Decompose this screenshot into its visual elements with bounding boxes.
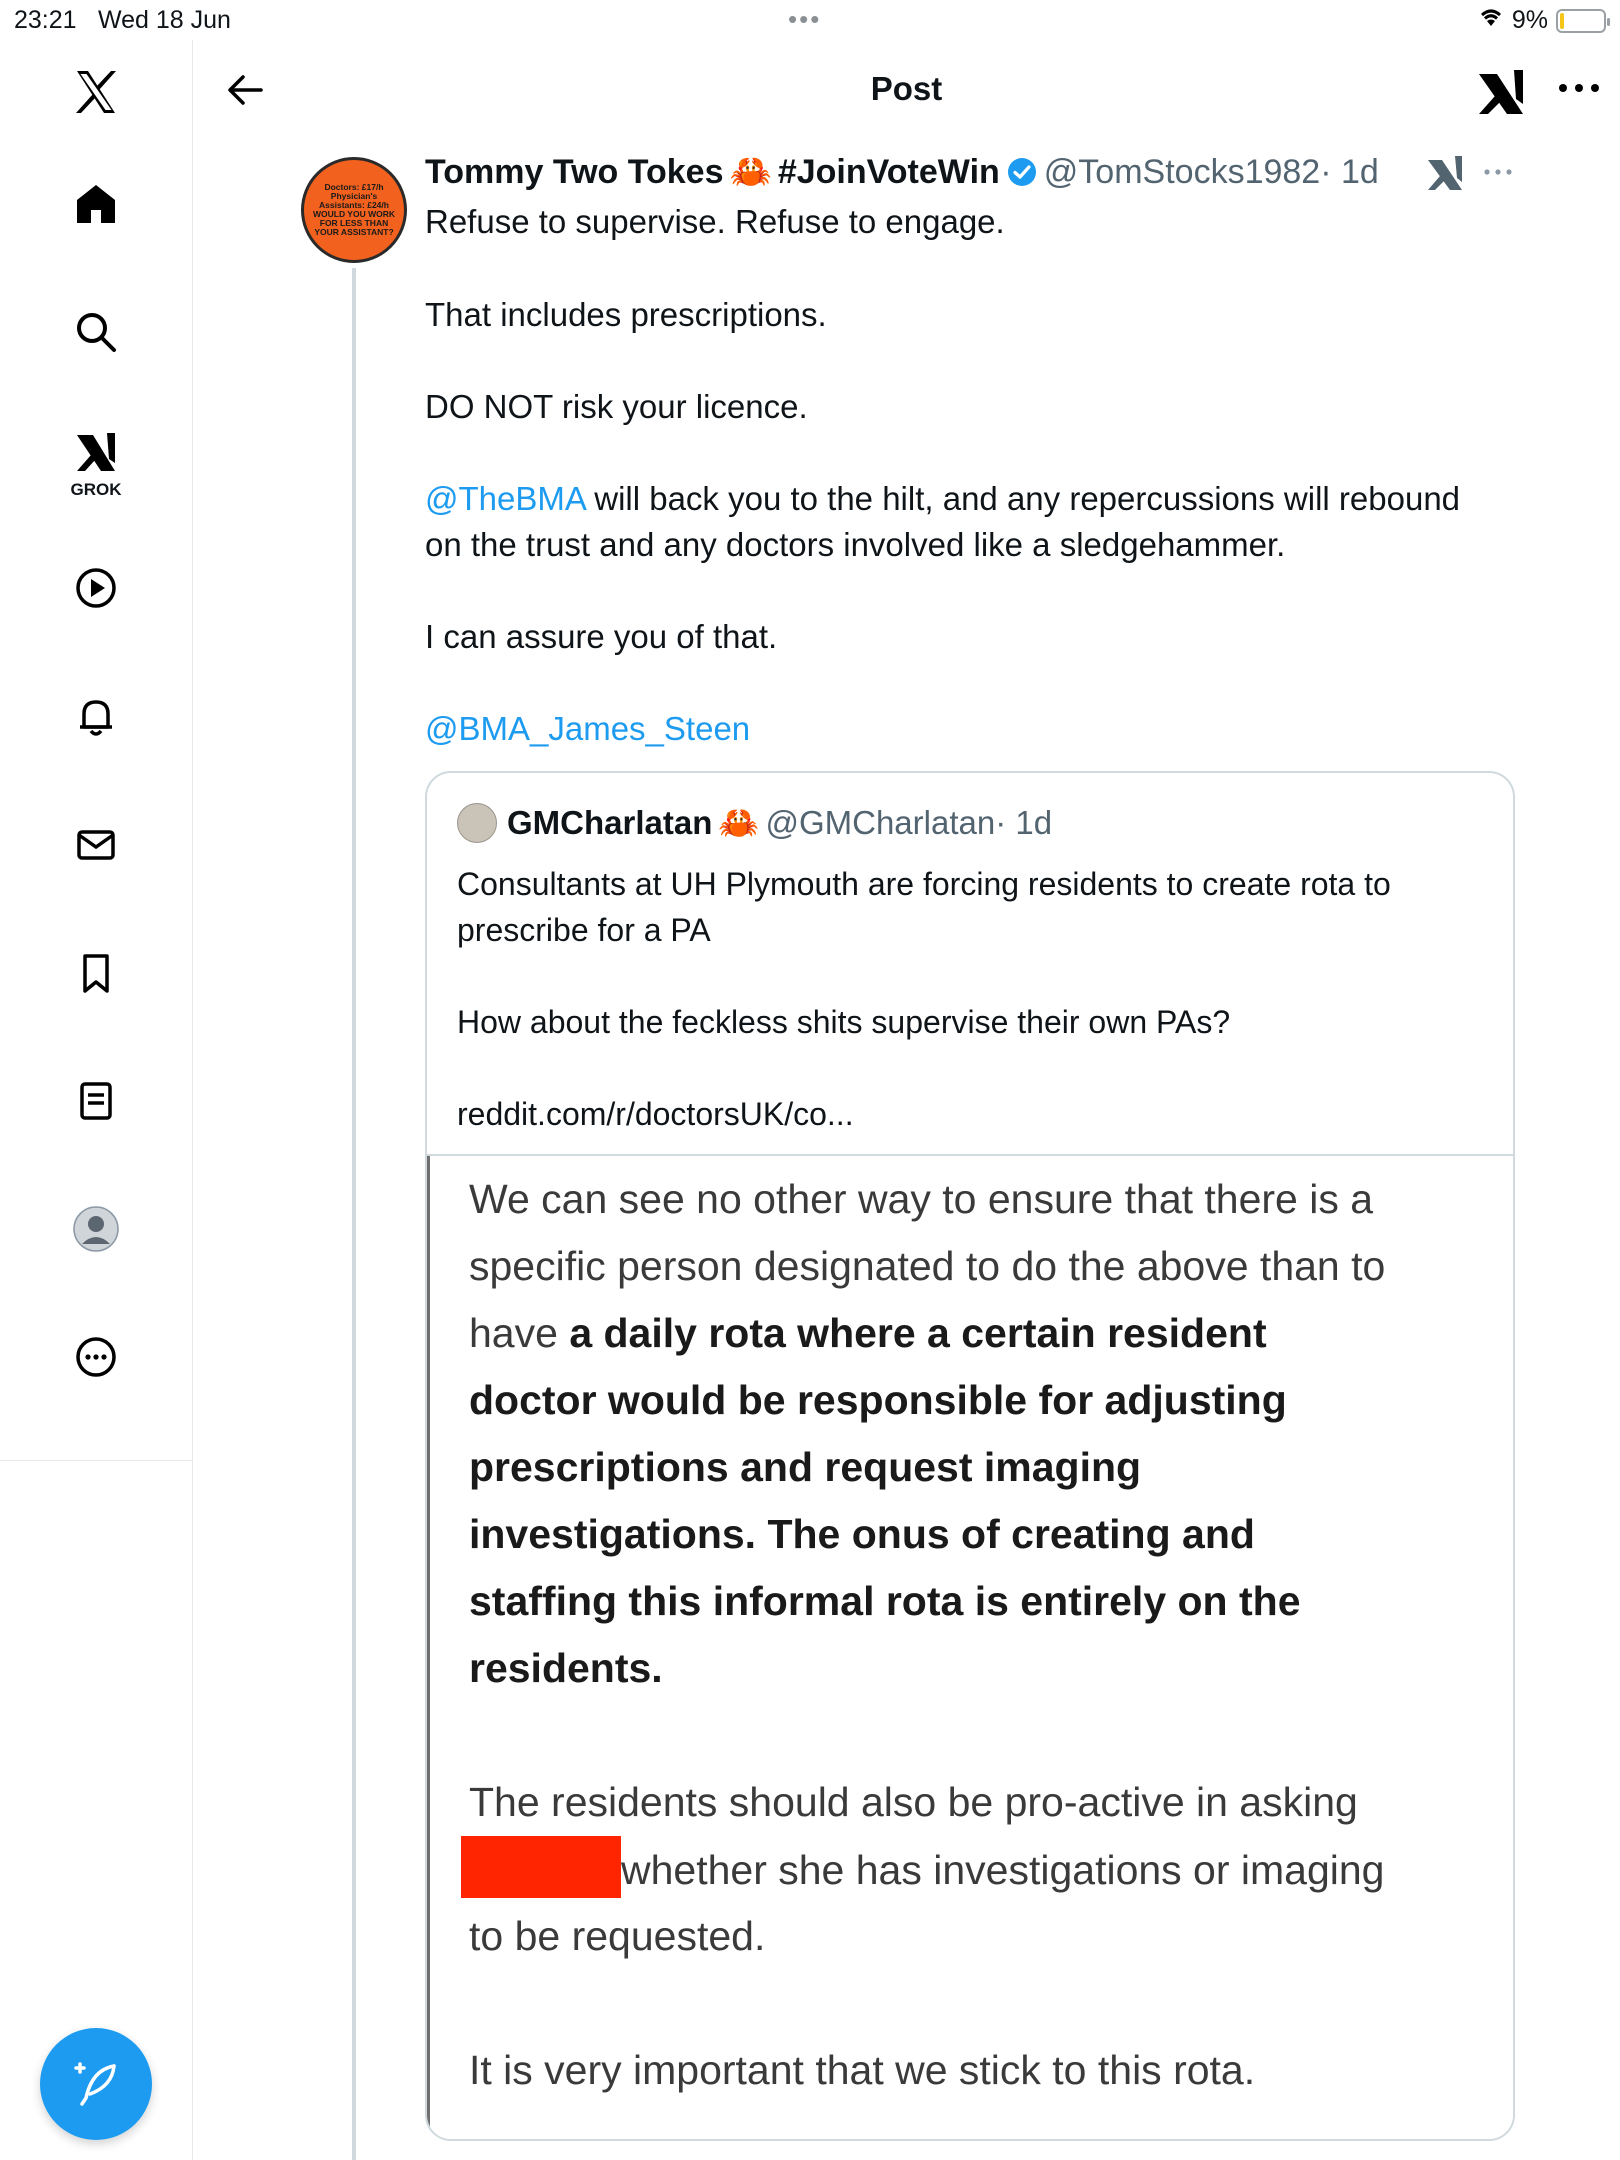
document-span: have [469, 1310, 570, 1356]
document-line: The residents should also be pro-active … [469, 1779, 1358, 1825]
document-bold-span: a daily rota where a certain resident [569, 1310, 1267, 1356]
grok-icon[interactable] [66, 422, 126, 482]
document-span: whether she has investigations or imagin… [621, 1847, 1385, 1893]
verified-badge-icon [1006, 156, 1038, 188]
post-text-line: on the trust and any doctors involved li… [425, 526, 1286, 563]
quoted-author-row: GMCharlatan 🦀 @GMCharlatan · 1d [457, 801, 1052, 845]
quoted-post[interactable]: GMCharlatan 🦀 @GMCharlatan · 1d Consulta… [425, 771, 1515, 2141]
avatar-badge-text: Doctors: £17/h Physician's Assistants: £… [312, 182, 395, 237]
document-line: staffing this informal rota is entirely … [469, 1568, 1499, 1635]
status-date: Wed 18 Jun [98, 6, 231, 34]
lists-icon[interactable] [66, 1071, 126, 1131]
document-bold-span: investigations. The onus of creating and [469, 1511, 1255, 1557]
sidebar: GROK [0, 40, 193, 2160]
document-bold-span: staffing this informal rota is entirely … [469, 1578, 1301, 1624]
battery-level [1560, 12, 1564, 29]
quoted-time: · 1d [995, 804, 1053, 841]
quoted-text-line: Consultants at UH Plymouth are forcing r… [457, 866, 1391, 902]
document-line: prescriptions and request imaging [469, 1434, 1499, 1501]
quoted-text-line: How about the feckless shits supervise t… [457, 1004, 1231, 1040]
post-author-row: Tommy Two Tokes 🦀 #JoinVoteWin @TomStock… [425, 150, 1379, 194]
mention-link[interactable]: @BMA_James_Steen [425, 706, 750, 752]
page-title: Post [870, 70, 943, 107]
status-right: 9% [1478, 6, 1610, 35]
grok-icon[interactable] [1473, 64, 1529, 120]
multitasking-dots-icon[interactable]: ••• [788, 4, 821, 35]
document-line: specific person designated to do the abo… [469, 1243, 1386, 1289]
post-text-line: Refuse to supervise. Refuse to engage. [425, 203, 1005, 240]
x-logo-icon[interactable] [66, 62, 126, 122]
author-tag[interactable]: #JoinVoteWin [778, 153, 1000, 192]
messages-envelope-icon[interactable] [66, 815, 126, 875]
notifications-bell-icon[interactable] [66, 686, 126, 746]
post-text-line: @TheBMA will back you to the hilt, and a… [425, 476, 1460, 522]
document-line: to be requested. [469, 1913, 766, 1959]
status-bar: 23:21 Wed 18 Jun ••• 9% [0, 0, 1620, 40]
post-text-line: That includes prescriptions. [425, 296, 827, 333]
mention-link[interactable]: @TheBMA [425, 480, 585, 517]
quoted-image[interactable]: We can see no other way to ensure that t… [427, 1154, 1513, 2139]
more-horizontal-icon[interactable] [1549, 68, 1609, 108]
document-line: whether she has investigations or imagin… [461, 1836, 1499, 1904]
post-time[interactable]: · 1d [1320, 153, 1379, 192]
document-line: It is very important that we stick to th… [469, 2047, 1256, 2093]
post-text-line: DO NOT risk your licence. [425, 388, 808, 425]
document-line: investigations. The onus of creating and [469, 1501, 1499, 1568]
status-time: 23:21 [14, 6, 77, 34]
quoted-avatar[interactable] [457, 803, 497, 843]
compose-post-button[interactable] [40, 2028, 152, 2140]
grok-label: GROK [70, 480, 122, 499]
post-text-span: will back you to the hilt, and any reper… [585, 480, 1461, 517]
sidebar-divider [0, 1460, 193, 1461]
battery-percent: 9% [1511, 6, 1548, 34]
crab-emoji: 🦀 [718, 803, 760, 841]
battery-icon [1556, 8, 1610, 33]
bookmarks-icon[interactable] [66, 943, 126, 1003]
document-line: We can see no other way to ensure that t… [469, 1176, 1374, 1222]
quoted-text-line: prescribe for a PA [457, 912, 711, 948]
redaction-box [461, 1836, 621, 1898]
document-bold-span: residents. [469, 1645, 663, 1691]
quoted-handle[interactable]: @GMCharlatan [765, 804, 995, 842]
image-edge [427, 1156, 430, 2139]
document-bold-span: prescriptions and request imaging [469, 1444, 1142, 1490]
author-handle[interactable]: @TomStocks1982 [1044, 153, 1320, 192]
author-avatar[interactable]: Doctors: £17/h Physician's Assistants: £… [301, 157, 407, 263]
document-line: have a daily rota where a certain reside… [469, 1300, 1499, 1367]
compose-feather-icon [74, 2062, 116, 2106]
post-header: Post [193, 40, 1620, 144]
profile-avatar-icon[interactable] [66, 1199, 126, 1259]
post-more-icon[interactable] [1480, 160, 1516, 184]
quoted-author-name[interactable]: GMCharlatan [507, 804, 712, 842]
quoted-link[interactable]: reddit.com/r/doctorsUK/co... [457, 1091, 854, 1137]
grok-explain-icon[interactable] [1424, 152, 1466, 194]
crab-emoji: 🦀 [729, 153, 772, 191]
post-text-line: I can assure you of that. [425, 618, 778, 655]
thread-line [352, 268, 356, 2160]
home-icon[interactable] [66, 174, 126, 234]
search-icon[interactable] [66, 302, 126, 362]
video-play-icon[interactable] [66, 558, 126, 618]
document-line: doctor would be responsible for adjustin… [469, 1367, 1499, 1434]
author-name[interactable]: Tommy Two Tokes [425, 153, 723, 192]
more-options-icon[interactable] [66, 1327, 126, 1387]
wifi-icon [1478, 6, 1504, 35]
document-line: residents. [469, 1635, 1499, 1702]
document-bold-span: doctor would be responsible for adjustin… [469, 1377, 1287, 1423]
